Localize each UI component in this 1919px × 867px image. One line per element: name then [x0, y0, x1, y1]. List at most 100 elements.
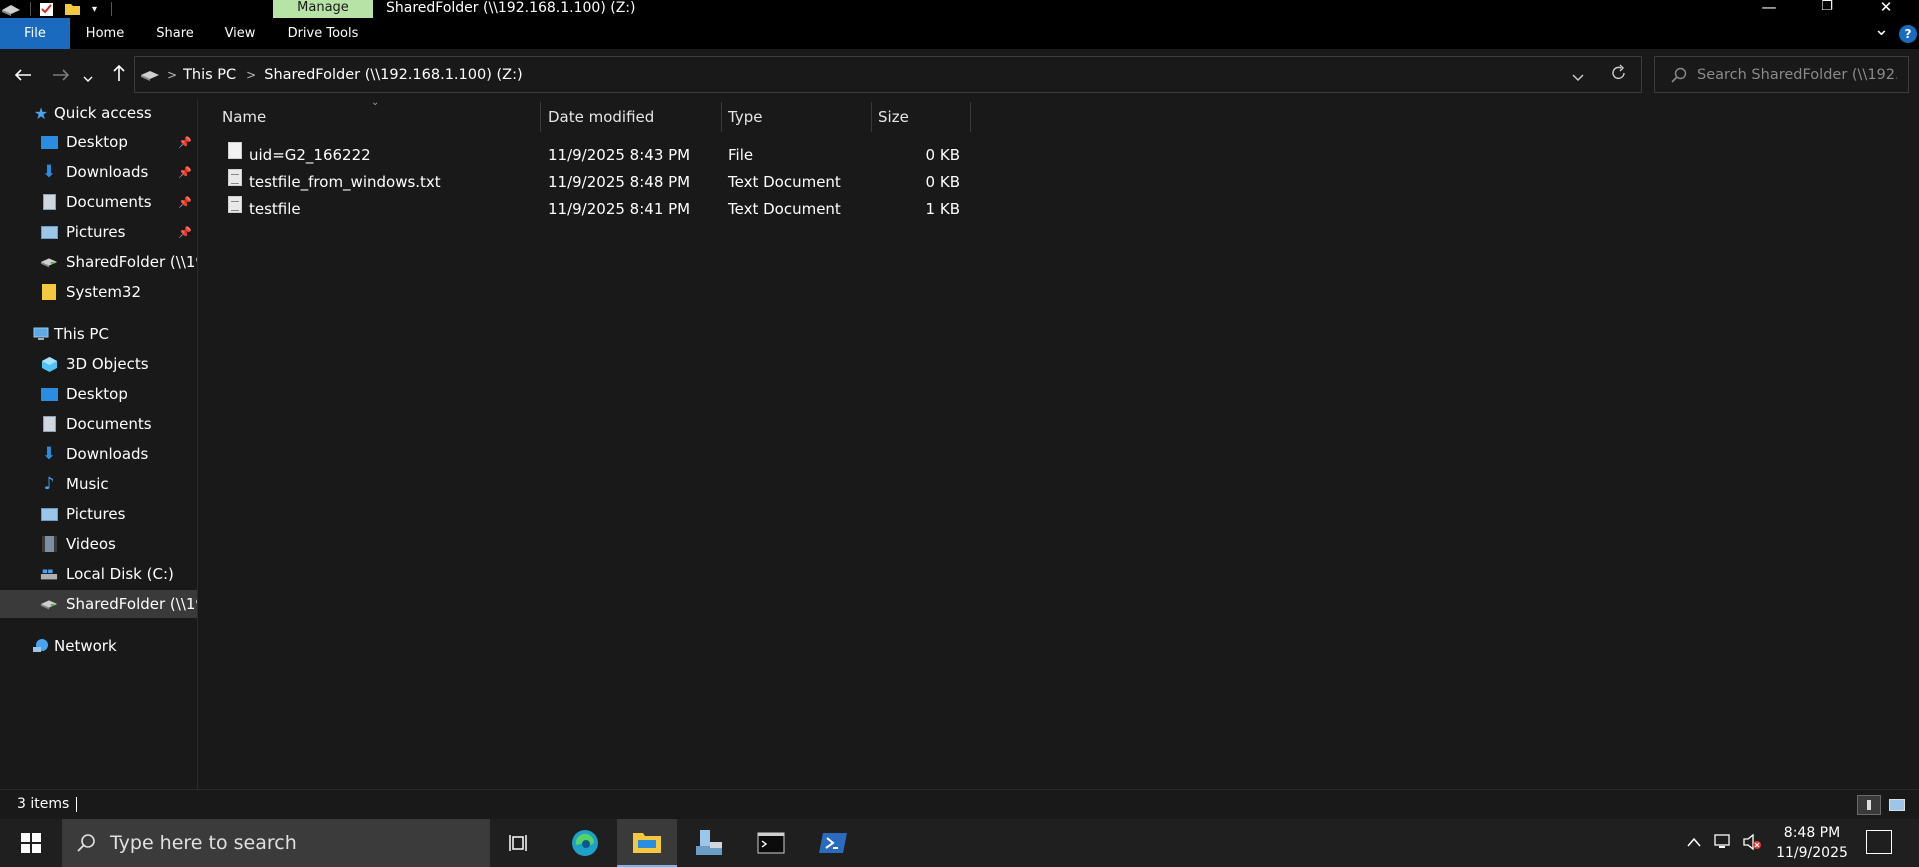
chevron-down-icon	[83, 76, 93, 82]
taskbar-command-prompt-button[interactable]	[741, 819, 801, 867]
sidebar-item-this-pc[interactable]: This PC	[0, 320, 197, 348]
table-row[interactable]: testfile_from_windows.txt 11/9/2025 8:48…	[218, 169, 974, 195]
breadcrumb-separator[interactable]: >	[246, 68, 256, 82]
drive-app-icon[interactable]	[0, 2, 22, 16]
taskbar-edge-button[interactable]	[555, 819, 615, 867]
table-row[interactable]: uid=G2_166222 11/9/2025 8:43 PM File 0 K…	[218, 142, 974, 168]
tab-share[interactable]: Share	[150, 18, 200, 49]
sidebar-item-desktop[interactable]: Desktop 📌	[0, 128, 197, 156]
sidebar-item-music[interactable]: ♪ Music	[0, 470, 197, 498]
customize-qat-icon[interactable]: ▾	[92, 4, 97, 15]
table-row[interactable]: testfile 11/9/2025 8:41 PM Text Document…	[218, 196, 974, 222]
details-view-icon	[1867, 800, 1871, 810]
sidebar-item-pictures[interactable]: Pictures 📌	[0, 218, 197, 246]
up-button[interactable]	[106, 62, 132, 88]
column-header-date-modified[interactable]: Date modified	[548, 104, 654, 131]
file-explorer-icon	[633, 833, 661, 853]
sidebar-item-label: Pictures	[66, 505, 126, 523]
volume-muted-icon[interactable]	[1742, 833, 1762, 855]
breadcrumb-separator[interactable]: >	[167, 68, 177, 82]
edge-icon	[572, 830, 598, 856]
refresh-icon[interactable]	[1611, 64, 1627, 86]
restore-button[interactable]: ❐	[1798, 0, 1856, 18]
column-divider[interactable]	[871, 102, 872, 132]
sidebar-item-3d-objects[interactable]: 3D Objects	[0, 350, 197, 378]
pin-icon[interactable]: 📌	[178, 166, 192, 179]
sidebar-item-label: Downloads	[66, 445, 149, 463]
text-document-icon	[228, 169, 242, 186]
recent-locations-button[interactable]	[80, 62, 96, 88]
minimize-button[interactable]: —	[1740, 0, 1798, 18]
show-hidden-icons-button[interactable]	[1687, 833, 1701, 851]
sidebar-item-desktop[interactable]: Desktop	[0, 380, 197, 408]
sidebar-item-shared-folder[interactable]: SharedFolder (\\192	[0, 248, 197, 276]
up-arrow-icon	[113, 64, 125, 81]
pin-icon[interactable]: 📌	[178, 226, 192, 239]
new-folder-icon[interactable]	[64, 1, 82, 17]
windows-logo-icon	[21, 833, 41, 853]
close-button[interactable]: ✕	[1857, 0, 1915, 18]
file-type: Text Document	[728, 200, 841, 218]
downloads-icon: ⬇	[41, 162, 57, 182]
expand-ribbon-icon[interactable]: ⌄	[1874, 19, 1889, 40]
column-divider[interactable]	[721, 102, 722, 132]
taskbar-server-manager-button[interactable]	[679, 819, 739, 867]
column-header-name[interactable]: Name	[222, 104, 266, 131]
start-button[interactable]	[0, 819, 62, 867]
search-box[interactable]: Search SharedFolder (\\192.1...	[1654, 56, 1909, 93]
sidebar-item-documents[interactable]: Documents	[0, 410, 197, 438]
sidebar-item-label: System32	[66, 283, 142, 301]
taskbar-search-input[interactable]: Type here to search	[110, 832, 297, 854]
address-dropdown-icon[interactable]	[1572, 68, 1584, 86]
search-input[interactable]: Search SharedFolder (\\192.1...	[1697, 67, 1897, 83]
forward-button[interactable]	[48, 62, 74, 88]
tab-home[interactable]: Home	[80, 18, 130, 49]
tab-file[interactable]: File	[0, 18, 70, 49]
sidebar-item-documents[interactable]: Documents 📌	[0, 188, 197, 216]
column-header-type[interactable]: Type	[728, 104, 762, 131]
column-divider[interactable]	[970, 102, 971, 132]
sidebar-item-downloads[interactable]: ⬇ Downloads	[0, 440, 197, 468]
help-icon[interactable]: ?	[1899, 24, 1917, 43]
file-size: 1 KB	[925, 200, 960, 218]
powershell-icon	[819, 833, 847, 853]
details-view-button[interactable]	[1857, 795, 1881, 815]
column-divider[interactable]	[540, 102, 541, 132]
sidebar-item-pictures[interactable]: Pictures	[0, 500, 197, 528]
tab-view[interactable]: View	[218, 18, 262, 49]
star-icon: ★	[33, 103, 49, 123]
breadcrumb-shared-folder[interactable]: SharedFolder (\\192.168.1.100) (Z:)	[264, 67, 522, 83]
sidebar-item-shared-folder-selected[interactable]: SharedFolder (\\192	[0, 590, 197, 618]
sidebar-item-label: Local Disk (C:)	[66, 565, 174, 583]
sidebar-item-network[interactable]: Network	[0, 632, 197, 660]
sidebar-item-label: Downloads	[66, 163, 149, 181]
tab-drive-tools[interactable]: Drive Tools	[282, 18, 364, 49]
taskbar-clock[interactable]: 8:48 PM 11/9/2025	[1764, 823, 1860, 863]
taskbar-file-explorer-button[interactable]	[617, 819, 677, 867]
back-button[interactable]	[10, 62, 36, 88]
large-icons-view-icon	[1889, 799, 1905, 811]
sidebar-item-local-disk[interactable]: Local Disk (C:)	[0, 560, 197, 588]
large-icons-view-button[interactable]	[1885, 795, 1909, 815]
properties-icon[interactable]	[39, 1, 55, 17]
sidebar-item-label: Network	[54, 637, 117, 655]
taskbar-powershell-button[interactable]	[803, 819, 863, 867]
qat-divider	[30, 2, 31, 16]
action-center-button[interactable]	[1866, 830, 1892, 854]
column-header-size[interactable]: Size	[878, 104, 909, 131]
taskbar-search-box[interactable]: Type here to search	[62, 819, 490, 867]
pin-icon[interactable]: 📌	[178, 196, 192, 209]
sidebar-item-downloads[interactable]: ⬇ Downloads 📌	[0, 158, 197, 186]
videos-icon	[40, 536, 58, 552]
file-size: 0 KB	[925, 146, 960, 164]
task-view-button[interactable]	[490, 819, 550, 867]
sidebar-item-system32[interactable]: System32	[0, 278, 197, 306]
breadcrumb-this-pc[interactable]: This PC	[183, 67, 236, 83]
file-name: uid=G2_166222	[249, 146, 371, 164]
ribbon-right-controls: ⌄ ?	[1874, 18, 1919, 49]
network-status-icon[interactable]	[1713, 833, 1735, 855]
sidebar-item-quick-access[interactable]: ★ Quick access	[0, 99, 197, 127]
pin-icon[interactable]: 📌	[178, 136, 192, 149]
address-bar[interactable]: > This PC > SharedFolder (\\192.168.1.10…	[134, 56, 1642, 93]
sidebar-item-videos[interactable]: Videos	[0, 530, 197, 558]
